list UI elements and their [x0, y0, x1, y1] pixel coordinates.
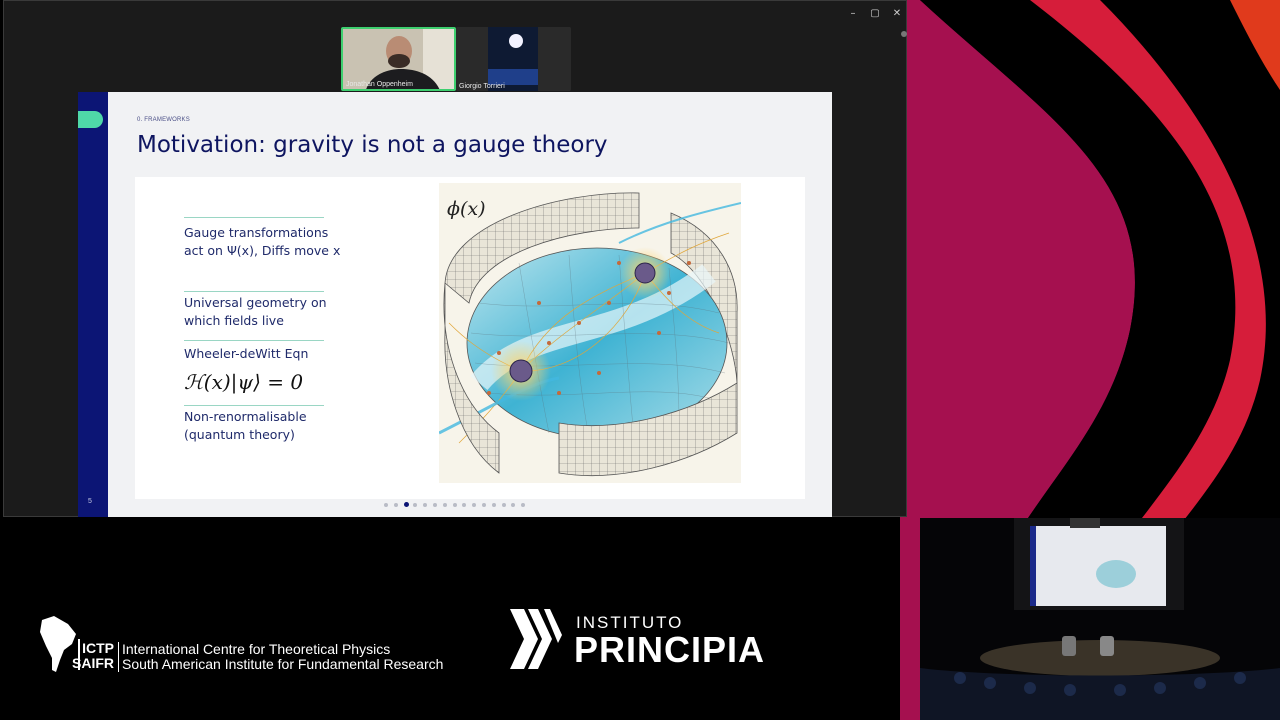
progress-dot[interactable]: [423, 503, 428, 507]
progress-dot[interactable]: [511, 503, 516, 507]
bullet-point: Wheeler-deWitt Eqn: [184, 345, 308, 363]
ictp-abbr: ICTP: [82, 640, 114, 656]
progress-dot[interactable]: [403, 502, 409, 507]
progress-dot[interactable]: [433, 503, 437, 507]
progress-dot[interactable]: [462, 503, 467, 507]
settings-icon[interactable]: [901, 31, 907, 37]
saifr-abbr: SAIFR: [72, 655, 114, 671]
progress-dot[interactable]: [472, 503, 477, 507]
bullet-line: (quantum theory): [184, 427, 295, 442]
spacetime-illustration: ϕ(x): [438, 183, 742, 483]
progress-dot[interactable]: [384, 503, 388, 507]
bullet-line: Gauge transformations: [184, 225, 329, 240]
bullet-line: Wheeler-deWitt Eqn: [184, 346, 309, 361]
progress-dot[interactable]: [482, 503, 486, 507]
progress-dot[interactable]: [501, 503, 506, 507]
auditorium-video: [920, 518, 1280, 720]
slide-tab-marker: [78, 111, 103, 128]
ictp-name: International Centre for Theoretical Phy…: [122, 641, 391, 657]
bullet-point: Non-renormalisable (quantum theory): [184, 408, 307, 444]
principia-mark-icon: [510, 609, 562, 669]
presentation-slide: 5 0. FRAMEWORKS Motivation: gravity is n…: [78, 92, 832, 517]
progress-dot[interactable]: [491, 503, 496, 507]
slide-page-number: 5: [88, 498, 92, 505]
participant-tile[interactable]: Jonathan Oppenheim: [341, 27, 456, 91]
participant-tile[interactable]: Giorgio Torrieri: [456, 27, 571, 91]
participant-name: Jonathan Oppenheim: [346, 81, 413, 88]
progress-dot[interactable]: [521, 503, 526, 507]
minimize-button[interactable]: –: [844, 6, 862, 22]
auditorium-camera-view: [920, 518, 1280, 720]
divider: [184, 340, 324, 341]
bullet-line: which fields live: [184, 313, 284, 328]
instituto-principia-logo: INSTITUTO PRINCIPIA: [506, 605, 806, 675]
bullet-point: Gauge transformations act on Ψ(x), Diffs…: [184, 224, 340, 260]
bullet-line: Non-renormalisable: [184, 409, 307, 424]
equation: ℋ(x)|ψ⟩ = 0: [184, 370, 304, 394]
divider: [184, 217, 324, 218]
progress-dot[interactable]: [393, 503, 398, 507]
ictp-saifr-logo: ICTP International Centre for Theoretica…: [38, 612, 468, 676]
participant-video: [456, 27, 571, 91]
slide-sidebar: [78, 92, 108, 517]
saifr-name: South American Institute for Fundamental…: [122, 656, 444, 672]
divider: [184, 405, 324, 406]
divider: [184, 291, 324, 292]
section-label: 0. FRAMEWORKS: [137, 117, 190, 123]
bullet-point: Universal geometry on which fields live: [184, 294, 327, 330]
participant-name: Giorgio Torrieri: [459, 83, 505, 90]
progress-dot[interactable]: [452, 503, 457, 507]
progress-dot[interactable]: [413, 503, 418, 507]
spacetime-grid-image: ϕ(x): [438, 183, 742, 483]
maximize-button[interactable]: ▢: [866, 6, 884, 22]
close-button[interactable]: ✕: [888, 6, 906, 22]
progress-dot[interactable]: [442, 503, 447, 507]
bullet-line: act on Ψ(x), Diffs move x: [184, 243, 341, 258]
principia-main: PRINCIPIA: [574, 629, 766, 670]
slide-content: Gauge transformations act on Ψ(x), Diffs…: [135, 177, 805, 499]
field-label: ϕ(x): [447, 198, 486, 220]
logo-separator: [118, 642, 119, 672]
slide-title: Motivation: gravity is not a gauge theor…: [137, 132, 608, 158]
bullet-line: Universal geometry on: [184, 295, 327, 310]
